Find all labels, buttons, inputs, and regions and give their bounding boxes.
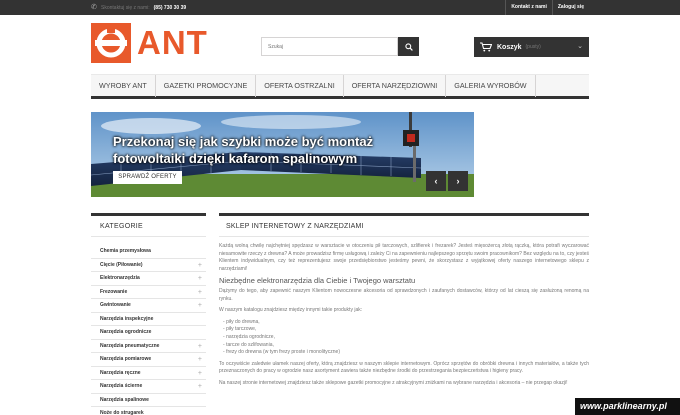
category-list: Chemia przemysłowa Cięcie (Piłowanie) + Ele… bbox=[91, 245, 206, 415]
product-list: piły do drewna, piły tarczowe, narzędzia… bbox=[223, 319, 589, 357]
expand-plus-icon[interactable]: + bbox=[198, 272, 202, 286]
category-label: Gwintowanie bbox=[100, 302, 131, 308]
categories-title: KATEGORIE bbox=[91, 213, 206, 237]
category-label: Narzędzia ogrodnicze bbox=[100, 329, 152, 335]
category-label: Noże do strugarek bbox=[100, 410, 144, 415]
section-heading: Niezbędne elektronarzędzia dla Ciebie i … bbox=[219, 276, 416, 286]
search-input[interactable] bbox=[261, 37, 398, 56]
hero-headline-line-2: fotowoltaiki dzięki kafarom spalinowym bbox=[113, 151, 358, 166]
expand-plus-icon[interactable]: + bbox=[198, 380, 202, 394]
category-item[interactable]: Narzędzia inspekcyjne bbox=[91, 313, 206, 326]
expand-plus-icon[interactable]: + bbox=[198, 367, 202, 381]
list-item: piły do drewna, bbox=[223, 319, 589, 327]
phone-number: (85) 730 30 39 bbox=[153, 4, 187, 11]
slider-prev-button[interactable]: ‹ bbox=[426, 171, 446, 191]
category-item[interactable]: Noże do strugarek bbox=[91, 407, 206, 415]
category-item[interactable]: Gwintowanie + bbox=[91, 299, 206, 313]
category-label: Frezowanie bbox=[100, 288, 128, 295]
phone-icon: ✆ bbox=[91, 4, 97, 11]
paragraph-2: Dążymy do tego, aby zapewnić naszym Klie… bbox=[219, 287, 589, 302]
expand-plus-icon[interactable]: + bbox=[198, 286, 202, 300]
page-title: SKLEP INTERNETOWY Z NARZĘDZIAMI bbox=[219, 213, 589, 237]
main-nav: WYROBY ANT GAZETKI PROMOCYJNE OFERTA OST… bbox=[91, 74, 589, 99]
nav-item-gazetki[interactable]: GAZETKI PROMOCYJNE bbox=[156, 75, 257, 97]
logo-text: ANT bbox=[137, 23, 208, 61]
nav-item-galeria[interactable]: GALERIA WYROBÓW bbox=[446, 75, 536, 97]
category-item[interactable]: Frezowanie + bbox=[91, 286, 206, 300]
search-button[interactable] bbox=[398, 37, 419, 56]
contact-info: ✆ Skontaktuj się z nami: (85) 730 30 39 bbox=[91, 0, 186, 15]
login-link[interactable]: Zaloguj się bbox=[551, 0, 589, 15]
main-content: Każdą wolną chwilę najchętniej spędzasz … bbox=[219, 243, 589, 392]
hero-slider[interactable]: Przekonaj się jak szybki może być montaż… bbox=[91, 112, 474, 197]
paragraph-4: To oczywiście zaledwie ułamek naszej ofe… bbox=[219, 360, 589, 375]
category-label: Narzędzia pomiarowe bbox=[100, 356, 152, 362]
chevron-down-icon: ⌄ bbox=[577, 43, 583, 50]
category-label: Narzędzia pneumatyczne bbox=[100, 342, 160, 349]
category-item[interactable]: Elektronarzędzia + bbox=[91, 272, 206, 286]
nav-item-wyroby-ant[interactable]: WYROBY ANT bbox=[91, 75, 156, 97]
view-offers-button[interactable]: SPRAWDŹ OFERTY bbox=[113, 171, 182, 184]
hero-headline: Przekonaj się jak szybki może być montaż… bbox=[113, 133, 443, 167]
category-label: Narzędzia ręczne bbox=[100, 369, 141, 376]
category-item[interactable]: Narzędzia pomiarowe + bbox=[91, 353, 206, 367]
expand-plus-icon[interactable]: + bbox=[198, 353, 202, 367]
cart-label: Koszyk bbox=[497, 43, 522, 51]
cart-icon bbox=[480, 42, 492, 52]
contact-prefix: Skontaktuj się z nami: bbox=[101, 4, 150, 11]
paragraph-5: Na naszej stronie internetowej znajdzies… bbox=[219, 379, 568, 386]
list-item: tarcze do szlifowania, bbox=[223, 342, 589, 350]
expand-plus-icon[interactable]: + bbox=[198, 299, 202, 313]
contact-link[interactable]: Kontakt z nami bbox=[505, 0, 552, 15]
nav-item-narzedziownia[interactable]: OFERTA NARZĘDZIOWNI bbox=[344, 75, 447, 97]
list-item: narzędzia ogrodnicze, bbox=[223, 334, 589, 342]
category-label: Elektronarzędzia bbox=[100, 275, 140, 281]
category-item[interactable]: Narzędzia ogrodnicze bbox=[91, 326, 206, 340]
cart-status: (pusty) bbox=[525, 44, 541, 50]
top-bar: ✆ Skontaktuj się z nami: (85) 730 30 39 … bbox=[0, 0, 680, 15]
category-item[interactable]: Narzędzia ścierne + bbox=[91, 380, 206, 394]
category-item[interactable]: Narzędzia pneumatyczne + bbox=[91, 340, 206, 354]
expand-plus-icon[interactable]: + bbox=[198, 259, 202, 273]
hero-headline-line-1: Przekonaj się jak szybki może być montaż bbox=[113, 134, 374, 149]
category-label: Narzędzia ścierne bbox=[100, 383, 143, 389]
category-item[interactable]: Narzędzia ręczne + bbox=[91, 367, 206, 381]
intro-paragraph: Każdą wolną chwilę najchętniej spędzasz … bbox=[219, 243, 589, 272]
site-logo[interactable]: ANT bbox=[91, 22, 239, 63]
paragraph-3: W naszym katalogu znajdziesz między inny… bbox=[219, 307, 363, 314]
watermark: www.parklinearny.pl bbox=[575, 398, 680, 415]
list-item: piły tarczowe, bbox=[223, 326, 589, 334]
search-icon bbox=[404, 42, 413, 51]
list-item: frezy do drewna (w tym frezy proste i mo… bbox=[223, 349, 589, 357]
cart-button[interactable]: Koszyk (pusty) ⌄ bbox=[474, 37, 589, 57]
slider-next-button[interactable]: › bbox=[448, 171, 468, 191]
category-label: Cięcie (Piłowanie) bbox=[100, 261, 143, 268]
nav-item-ostrzalnia[interactable]: OFERTA OSTRZALNI bbox=[256, 75, 344, 97]
category-item[interactable]: Chemia przemysłowa bbox=[91, 245, 206, 259]
search-box bbox=[261, 37, 419, 56]
expand-plus-icon[interactable]: + bbox=[198, 340, 202, 354]
category-label: Narzędzia inspekcyjne bbox=[100, 315, 154, 322]
top-links: Kontakt z nami Zaloguj się bbox=[505, 0, 589, 15]
category-item[interactable]: Narzędzia spalinowe bbox=[91, 394, 206, 407]
category-label: Chemia przemysłowa bbox=[100, 248, 151, 254]
logo-mark-icon bbox=[91, 22, 131, 63]
category-label: Narzędzia spalinowe bbox=[100, 396, 149, 403]
category-item[interactable]: Cięcie (Piłowanie) + bbox=[91, 259, 206, 273]
